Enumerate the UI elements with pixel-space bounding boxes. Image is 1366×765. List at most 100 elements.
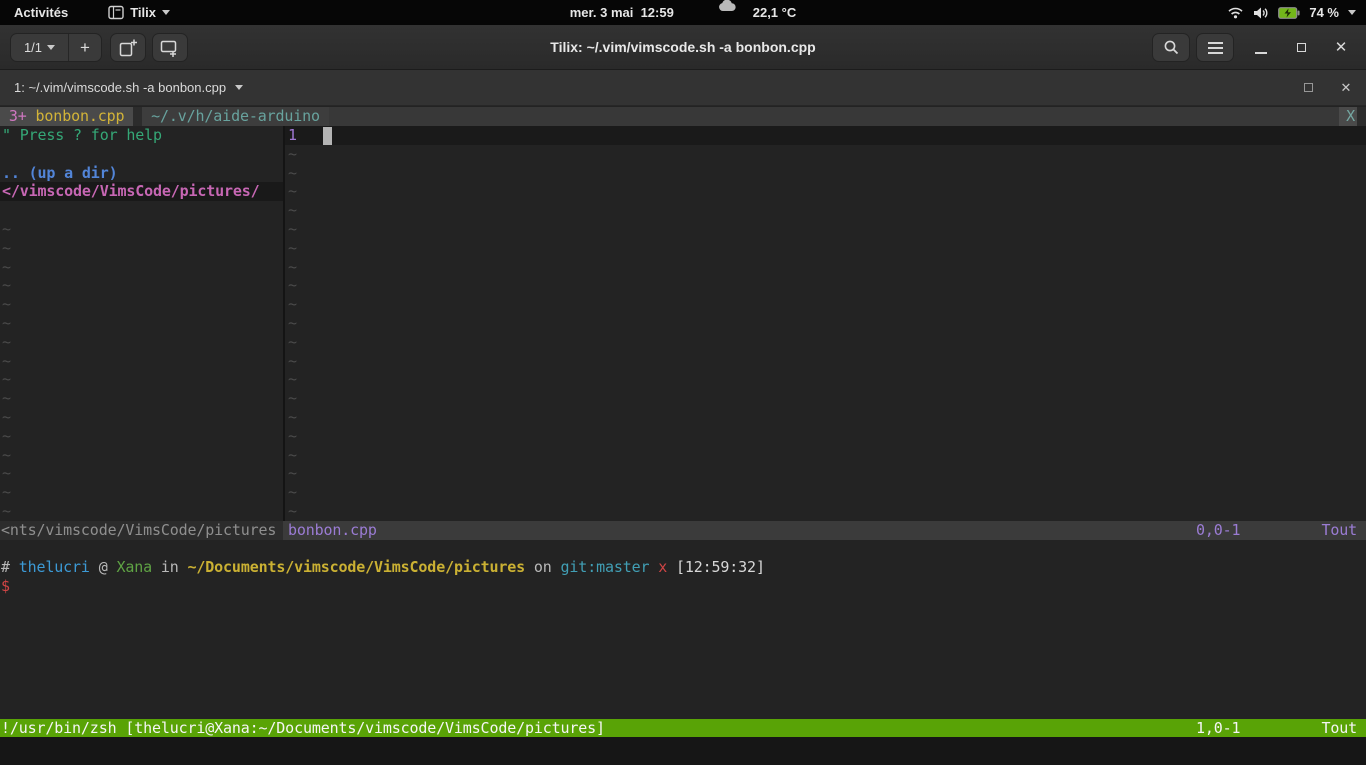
terminal-title-bar: 1: ~/.vim/vimscode.sh -a bonbon.cpp ✕ (0, 70, 1366, 106)
vim-tilde-line: ~ (288, 389, 297, 408)
vim-tilde-line: ~ (2, 502, 11, 521)
tab-gap (133, 107, 142, 126)
status-bar-scroll-position: Tout (1321, 719, 1357, 738)
prompt-at: @ (90, 558, 117, 576)
vim-tilde-line: ~ (288, 182, 297, 201)
prompt-user: thelucri (19, 558, 90, 576)
clock[interactable]: mer. 3 mai 12:59 (570, 5, 674, 20)
shell-prompt-line: # thelucri @ Xana in ~/Documents/vimscod… (1, 558, 765, 577)
chevron-down-icon (162, 10, 170, 15)
vim-tilde-line: ~ (2, 427, 11, 446)
vim-tilde-line: ~ (288, 502, 297, 521)
vim-tilde-line: ~ (2, 370, 11, 389)
maximize-button[interactable] (1286, 25, 1316, 69)
split-terminal-right-button[interactable] (110, 33, 146, 62)
terminal-title-dropdown[interactable]: 1: ~/.vim/vimscode.sh -a bonbon.cpp (14, 70, 243, 105)
status-bar-ruler: 1,0-1 (1196, 719, 1240, 738)
vim-tilde-line: ~ (288, 464, 297, 483)
vim-tilde-line: ~ (288, 483, 297, 502)
vim-tilde-line: ~ (288, 446, 297, 465)
vim-tilde-line: ~ (2, 333, 11, 352)
nerdtree-up-dir[interactable]: .. (up a dir) (2, 164, 117, 183)
maximize-pane-icon (1304, 83, 1313, 92)
session-controls-group: 1/1 + (10, 33, 102, 62)
vim-tilde-line: ~ (2, 276, 11, 295)
tilix-header-bar: 1/1 + Tilix: ~/.vim/vimscode.sh -a bonbo… (0, 25, 1366, 70)
minimize-icon (1255, 52, 1267, 54)
vim-tilde-line: ~ (288, 164, 297, 183)
vim-tabline: 3+ bonbon.cpp ~/.v/h/aide-arduino X (0, 107, 1366, 126)
vim-statusline: <nts/vimscode/VimsCode/pictures bonbon.c… (0, 521, 1366, 540)
prompt-on: on (525, 558, 561, 576)
maximize-icon (1297, 43, 1306, 52)
tabline-end (1357, 107, 1366, 126)
close-window-button[interactable]: ✕ (1326, 25, 1356, 69)
new-session-label: + (80, 38, 90, 58)
chevron-down-icon (235, 85, 243, 90)
vim-tilde-line: ~ (2, 408, 11, 427)
prompt-host: Xana (116, 558, 152, 576)
nerdtree-root[interactable]: </vimscode/VimsCode/pictures/ (2, 182, 260, 201)
vim-tilde-line: ~ (288, 370, 297, 389)
vim-tab-close[interactable]: X (1339, 107, 1357, 126)
vim-tab-inactive[interactable]: ~/.v/h/aide-arduino (142, 107, 329, 126)
vim-tilde-line: ~ (2, 220, 11, 239)
vim-tilde-line: ~ (2, 258, 11, 277)
temperature-label: 22,1 °C (753, 5, 797, 20)
vim-tilde-line: ~ (288, 258, 297, 277)
vim-tilde-line: ~ (288, 201, 297, 220)
app-menu-tilix[interactable]: Tilix (108, 0, 170, 25)
tab-modified-count: 3+ (9, 107, 27, 125)
minimize-button[interactable] (1246, 25, 1276, 69)
vim-tilde-line: ~ (288, 295, 297, 314)
volume-icon (1253, 6, 1269, 20)
vim-tilde-line: ~ (288, 408, 297, 427)
vim-tilde-line: ~ (288, 276, 297, 295)
terminal-title-label: 1: ~/.vim/vimscode.sh -a bonbon.cpp (14, 80, 226, 95)
vim-tilde-line: ~ (2, 464, 11, 483)
vim-tilde-line: ~ (2, 389, 11, 408)
chevron-down-icon (1348, 10, 1356, 15)
session-counter-button[interactable]: 1/1 (11, 34, 69, 61)
vim-tilde-line: ~ (288, 427, 297, 446)
shell-prompt-char: $ (1, 577, 10, 596)
statusline-left-path: <nts/vimscode/VimsCode/pictures (1, 521, 276, 540)
prompt-git-dirty: x (649, 558, 676, 576)
prompt-in: in (152, 558, 188, 576)
gnome-top-bar: Activités Tilix mer. 3 mai 12:59 (0, 0, 1366, 25)
close-pane-icon: ✕ (1341, 80, 1352, 96)
menu-button[interactable] (1196, 33, 1234, 62)
nerdtree-help-line: " Press ? for help (2, 126, 162, 145)
close-icon: ✕ (1335, 38, 1348, 56)
vim-tilde-line: ~ (288, 220, 297, 239)
new-session-button[interactable]: + (69, 34, 101, 61)
activities-label: Activités (14, 5, 68, 20)
statusline-filename: bonbon.cpp (288, 521, 377, 540)
terminal-area[interactable]: 3+ bonbon.cpp ~/.v/h/aide-arduino X " Pre… (0, 106, 1366, 765)
chevron-down-icon (47, 45, 55, 50)
vim-tilde-line: ~ (288, 333, 297, 352)
vim-cursor (323, 127, 332, 145)
session-counter-label: 1/1 (24, 40, 42, 55)
weather-indicator[interactable]: 22,1 °C (718, 0, 796, 25)
close-pane-button[interactable]: ✕ (1333, 70, 1359, 105)
vim-tilde-line: ~ (288, 145, 297, 164)
search-button[interactable] (1152, 33, 1190, 62)
system-status-area[interactable]: 74 % (1227, 0, 1356, 25)
vim-window-separator (283, 126, 285, 521)
tab-filename: bonbon.cpp (36, 107, 125, 125)
terminal-status-bar: !/usr/bin/zsh [thelucri@Xana:~/Documents… (0, 719, 1366, 738)
split-terminal-down-button[interactable] (152, 33, 188, 62)
statusline-ruler: 0,0-1 (1196, 521, 1240, 540)
vim-tilde-line: ~ (2, 352, 11, 371)
vim-tilde-line: ~ (2, 295, 11, 314)
activities-button[interactable]: Activités (14, 0, 68, 25)
tabline-fill (329, 107, 1339, 126)
maximize-pane-button[interactable] (1295, 70, 1321, 105)
window-bottom-edge (0, 737, 1366, 765)
vim-tab-active[interactable]: 3+ bonbon.cpp (0, 107, 133, 126)
vim-tilde-line: ~ (2, 483, 11, 502)
vim-tilde-line: ~ (288, 352, 297, 371)
statusline-scroll-position: Tout (1321, 521, 1357, 540)
status-bar-text: !/usr/bin/zsh [thelucri@Xana:~/Documents… (1, 719, 605, 738)
